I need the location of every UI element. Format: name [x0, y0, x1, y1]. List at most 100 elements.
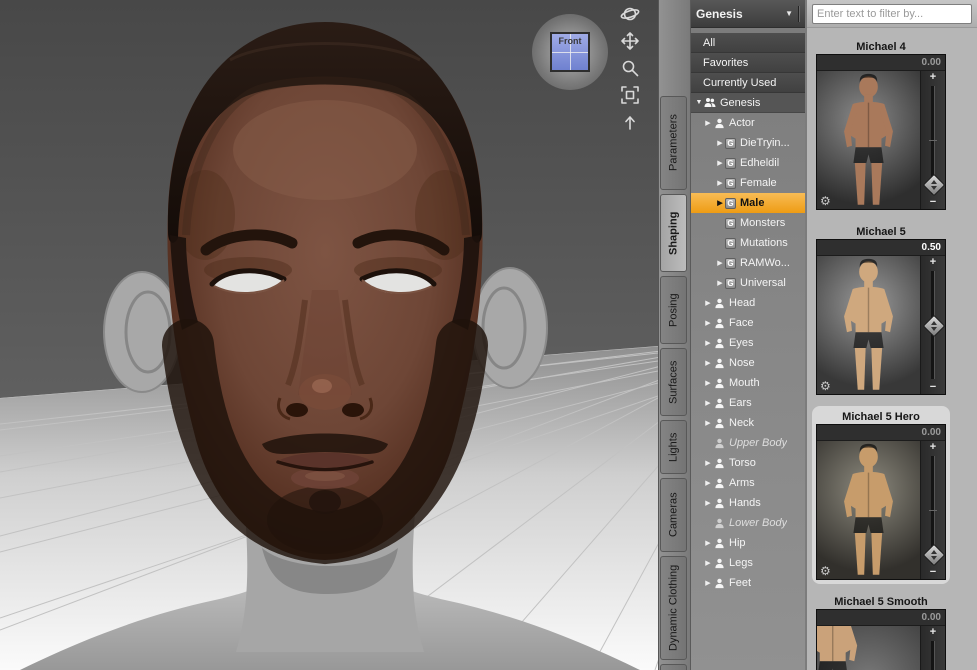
genesis-shape-icon: G [725, 137, 736, 149]
slider-handle[interactable] [922, 543, 946, 567]
caret-right-icon[interactable]: ▶ [715, 159, 725, 167]
tree-item-genesis[interactable]: ▼ Genesis [691, 93, 805, 113]
tree-item-actor[interactable]: ▶ Actor [691, 113, 805, 133]
tree-item-monsters[interactable]: G Monsters [691, 213, 805, 233]
tree-item-currently-used[interactable]: Currently Used [691, 73, 805, 93]
tab-cameras[interactable]: Cameras [660, 478, 687, 552]
arrow-up-icon[interactable] [618, 110, 642, 134]
increment-button[interactable]: + [930, 71, 936, 84]
tree-item-edheldil[interactable]: ▶ G Edheldil [691, 153, 805, 173]
morph-thumbnail[interactable] [817, 626, 920, 670]
tree-item-ears[interactable]: ▶ Ears [691, 393, 805, 413]
tree-item-upper-body[interactable]: Upper Body [691, 433, 805, 453]
caret-right-icon[interactable]: ▶ [703, 539, 713, 547]
morph-card-michael5-smooth: Michael 5 Smooth 0.00 + [816, 595, 946, 670]
3d-viewport[interactable]: Front [0, 0, 658, 670]
filter-input[interactable] [812, 3, 972, 24]
figure-selector[interactable]: Genesis ▼ [691, 0, 805, 28]
increment-button[interactable]: + [930, 441, 936, 454]
morph-name: Michael 5 Smooth [834, 596, 928, 608]
caret-right-icon[interactable]: ▶ [703, 479, 713, 487]
gear-icon[interactable]: ⚙ [820, 380, 831, 393]
decrement-button[interactable]: − [930, 381, 936, 394]
caret-right-icon[interactable]: ▶ [703, 359, 713, 367]
caret-right-icon[interactable]: ▶ [703, 499, 713, 507]
tree-item-mutations[interactable]: G Mutations [691, 233, 805, 253]
tree-item-female[interactable]: ▶ G Female [691, 173, 805, 193]
morph-thumbnail[interactable] [817, 441, 920, 579]
tree-item-ramwo[interactable]: ▶ G RAMWo... [691, 253, 805, 273]
tree-item-mouth[interactable]: ▶ Mouth [691, 373, 805, 393]
caret-right-icon[interactable]: ▶ [715, 179, 725, 187]
caret-right-icon[interactable]: ▶ [703, 119, 713, 127]
tab-puppeteer[interactable]: Puppeteer [660, 664, 687, 670]
tab-surfaces[interactable]: Surfaces [660, 348, 687, 416]
slider-handle[interactable] [922, 173, 946, 197]
tree-item-hip[interactable]: ▶ Hip [691, 533, 805, 553]
caret-down-icon[interactable]: ▼ [694, 99, 704, 106]
increment-button[interactable]: + [930, 626, 936, 639]
tree-item-neck[interactable]: ▶ Neck [691, 413, 805, 433]
tree-item-lower-body[interactable]: Lower Body [691, 513, 805, 533]
tree-item-hands[interactable]: ▶ Hands [691, 493, 805, 513]
tree-item-universal[interactable]: ▶ G Universal [691, 273, 805, 293]
caret-right-icon[interactable]: ▶ [703, 379, 713, 387]
tab-dynamic-clothing[interactable]: Dynamic Clothing [660, 556, 687, 660]
tree-item-face[interactable]: ▶ Face [691, 313, 805, 333]
caret-right-icon[interactable]: ▶ [703, 579, 713, 587]
tree-item-dietryin[interactable]: ▶ G DieTryin... [691, 133, 805, 153]
decrement-button[interactable]: − [930, 566, 936, 579]
view-cube[interactable]: Front [532, 14, 608, 90]
tree-item-torso[interactable]: ▶ Torso [691, 453, 805, 473]
increment-button[interactable]: + [930, 256, 936, 269]
caret-right-icon[interactable]: ▶ [703, 459, 713, 467]
orbit-icon[interactable] [618, 2, 642, 26]
genesis-shape-icon: G [725, 237, 736, 249]
tree-item-favorites[interactable]: Favorites [691, 53, 805, 73]
caret-right-icon[interactable]: ▶ [703, 319, 713, 327]
person-icon [713, 457, 725, 469]
caret-right-icon[interactable]: ▶ [703, 299, 713, 307]
tree-item-all[interactable]: All [691, 33, 805, 53]
tab-lights[interactable]: Lights [660, 420, 687, 474]
zoom-icon[interactable] [618, 56, 642, 80]
gear-icon[interactable]: ⚙ [820, 195, 831, 208]
slider-track[interactable] [921, 454, 946, 567]
tree-item-legs[interactable]: ▶ Legs [691, 553, 805, 573]
caret-right-icon[interactable]: ▶ [703, 419, 713, 427]
caret-right-icon[interactable]: ▶ [715, 259, 725, 267]
caret-right-icon[interactable]: ▶ [703, 399, 713, 407]
tree-item-feet[interactable]: ▶ Feet [691, 573, 805, 593]
caret-right-icon[interactable]: ▶ [703, 339, 713, 347]
caret-right-icon[interactable]: ▶ [703, 559, 713, 567]
slider-track[interactable] [921, 639, 945, 670]
tree-item-head[interactable]: ▶ Head [691, 293, 805, 313]
caret-right-icon[interactable]: ▶ [715, 279, 725, 287]
frame-icon[interactable] [618, 83, 642, 107]
tree-item-arms[interactable]: ▶ Arms [691, 473, 805, 493]
decrement-button[interactable]: − [930, 196, 936, 209]
tree-item-male-selected[interactable]: ▶ G Male [691, 193, 805, 213]
caret-right-icon[interactable]: ▶ [715, 199, 725, 207]
tree-item-eyes[interactable]: ▶ Eyes [691, 333, 805, 353]
gear-icon[interactable]: ⚙ [820, 565, 831, 578]
morph-value: 0.00 [921, 427, 941, 438]
slider-track[interactable] [921, 269, 946, 381]
person-icon [713, 557, 725, 569]
tab-posing[interactable]: Posing [660, 276, 687, 344]
person-icon [713, 577, 725, 589]
caret-right-icon[interactable]: ▶ [715, 139, 725, 147]
person-icon [713, 497, 725, 509]
morph-thumbnail[interactable] [817, 256, 920, 394]
header-divider [798, 5, 800, 22]
tab-shaping[interactable]: Shaping [660, 194, 687, 272]
slider-track[interactable] [921, 84, 946, 197]
figure-selector-label: Genesis [696, 6, 743, 21]
chevron-down-icon[interactable]: ▼ [785, 9, 793, 18]
morph-thumbnail[interactable] [817, 71, 920, 209]
shaping-sliders-panel: Michael 4 0.00 + − [805, 0, 977, 670]
tree-item-nose[interactable]: ▶ Nose [691, 353, 805, 373]
pan-icon[interactable] [618, 29, 642, 53]
slider-handle[interactable] [922, 314, 946, 338]
tab-parameters[interactable]: Parameters [660, 96, 687, 190]
